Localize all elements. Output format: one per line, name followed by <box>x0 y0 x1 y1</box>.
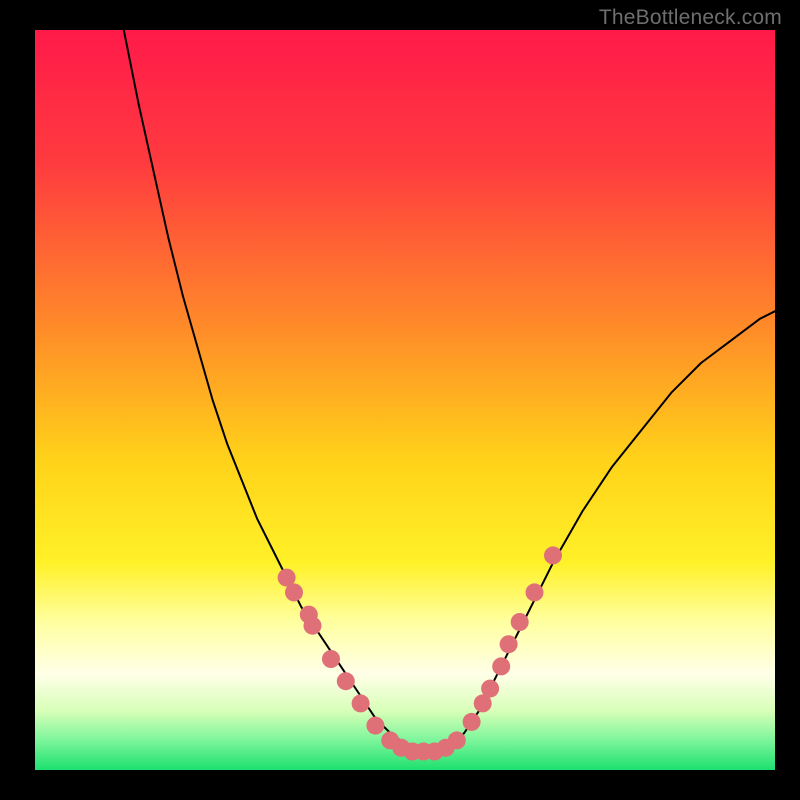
data-marker <box>352 694 370 712</box>
data-marker <box>492 657 510 675</box>
plot-area <box>35 30 775 770</box>
data-marker <box>481 680 499 698</box>
data-marker <box>500 635 518 653</box>
data-marker <box>304 617 322 635</box>
data-marker <box>544 546 562 564</box>
data-marker <box>526 583 544 601</box>
data-marker <box>285 583 303 601</box>
data-marker <box>366 717 384 735</box>
data-marker <box>322 650 340 668</box>
watermark-text: TheBottleneck.com <box>599 6 782 30</box>
data-marker <box>463 713 481 731</box>
chart-frame: TheBottleneck.com <box>0 0 800 800</box>
data-marker <box>511 613 529 631</box>
data-marker <box>337 672 355 690</box>
chart-svg <box>35 30 775 770</box>
data-marker <box>448 731 466 749</box>
